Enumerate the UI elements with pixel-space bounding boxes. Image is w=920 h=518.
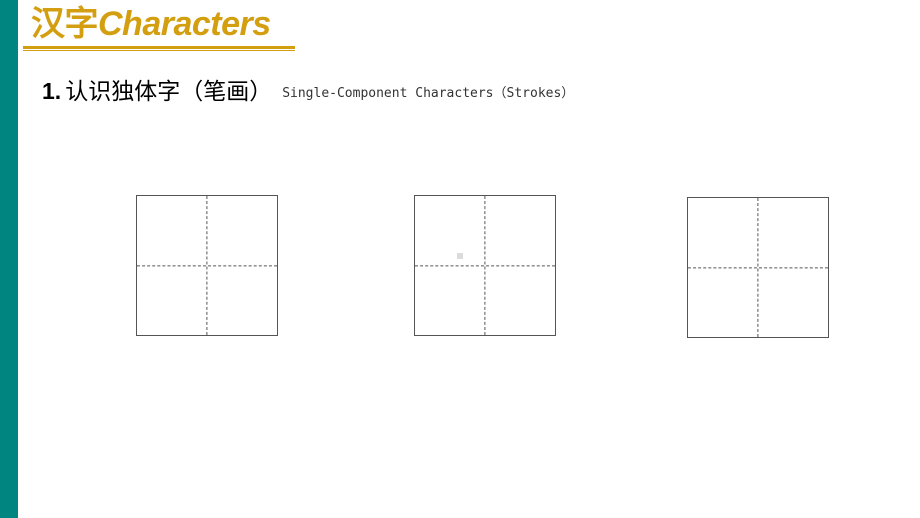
practice-grid-2 xyxy=(414,195,556,336)
stray-mark xyxy=(457,253,463,259)
slide-title-chinese: 汉字 xyxy=(31,5,99,43)
practice-grid-1 xyxy=(136,195,278,336)
section-heading: 1. 认识独体字（笔画） Single-Component Characters（S… xyxy=(42,76,574,110)
title-underline-thin xyxy=(23,50,295,51)
practice-grid-3 xyxy=(687,197,829,338)
section-title-chinese: 认识独体字（笔画） xyxy=(65,79,273,105)
grid-horizontal-guide xyxy=(688,266,828,268)
slide-title-english: Characters xyxy=(98,5,271,43)
title-underline-thick xyxy=(23,46,295,49)
accent-side-bar xyxy=(0,0,18,518)
grid-horizontal-guide xyxy=(415,264,555,266)
section-number: 1. xyxy=(42,78,62,104)
section-title-english: Single-Component Characters（Strokes） xyxy=(282,86,575,101)
slide-title: 汉字Characters xyxy=(31,4,271,44)
grid-horizontal-guide xyxy=(137,264,277,266)
